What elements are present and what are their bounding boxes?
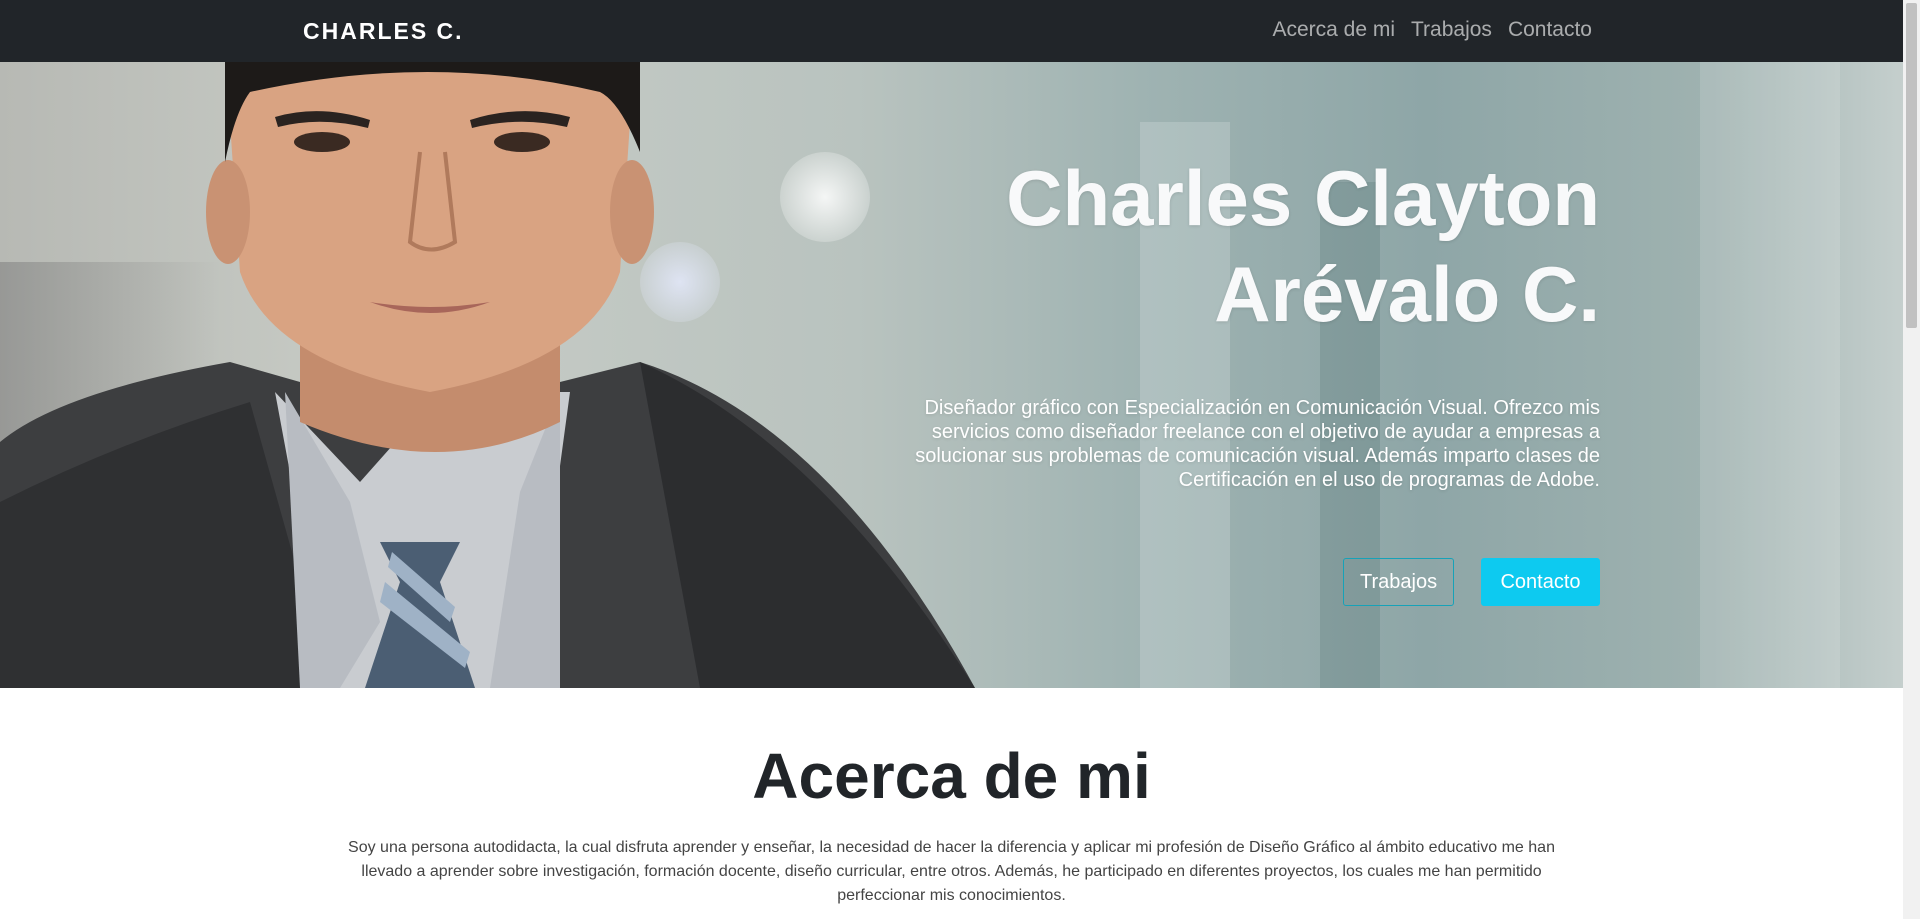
page: CHARLES C. Acerca de mi Trabajos Contact… [0, 0, 1903, 919]
nav-links: Acerca de mi Trabajos Contacto [1272, 18, 1592, 42]
scrollbar-thumb[interactable] [1906, 3, 1917, 328]
hero-description-line: Certificación en el uso de programas de … [1178, 469, 1600, 491]
hero-description: Diseñador gráfico con Especialización en… [840, 396, 1600, 492]
contact-button[interactable]: Contacto [1481, 558, 1600, 606]
hero-description-line: solucionar sus problemas de comunicación… [915, 445, 1600, 467]
brand-logo[interactable]: CHARLES C. [303, 18, 464, 45]
hero-description-line: servicios como diseñador freelance con e… [931, 421, 1600, 443]
top-navbar: CHARLES C. Acerca de mi Trabajos Contact… [0, 0, 1903, 62]
about-text: Soy una persona autodidacta, la cual dis… [323, 836, 1580, 908]
hero-buttons: Trabajos Contacto [1343, 558, 1600, 606]
about-text-line: Soy una persona autodidacta, la cual dis… [348, 839, 1555, 856]
hero-description-line: Diseñador gráfico con Especialización en… [924, 397, 1600, 419]
about-section: Acerca de mi Soy una persona autodidacta… [0, 688, 1903, 919]
nav-link-works[interactable]: Trabajos [1411, 18, 1492, 42]
hero-title: Charles Clayton Arévalo C. [840, 150, 1600, 342]
works-button[interactable]: Trabajos [1343, 558, 1454, 606]
vertical-scrollbar[interactable] [1903, 0, 1920, 919]
hero-background-panel [1700, 62, 1840, 688]
nav-link-about[interactable]: Acerca de mi [1272, 18, 1395, 42]
nav-link-contact[interactable]: Contacto [1508, 18, 1592, 42]
about-text-line: perfeccionar mis conocimientos. [837, 887, 1066, 904]
about-title: Acerca de mi [752, 740, 1151, 812]
hero-section: Charles Clayton Arévalo C. Diseñador grá… [0, 62, 1903, 688]
about-text-line: llevado a aprender sobre investigación, … [361, 863, 1542, 880]
hero-title-line: Arévalo C. [1214, 250, 1600, 338]
hero-title-line: Charles Clayton [1006, 154, 1600, 242]
hero-text-block: Charles Clayton Arévalo C. Diseñador grá… [840, 150, 1600, 492]
hero-portrait-image [0, 62, 975, 688]
